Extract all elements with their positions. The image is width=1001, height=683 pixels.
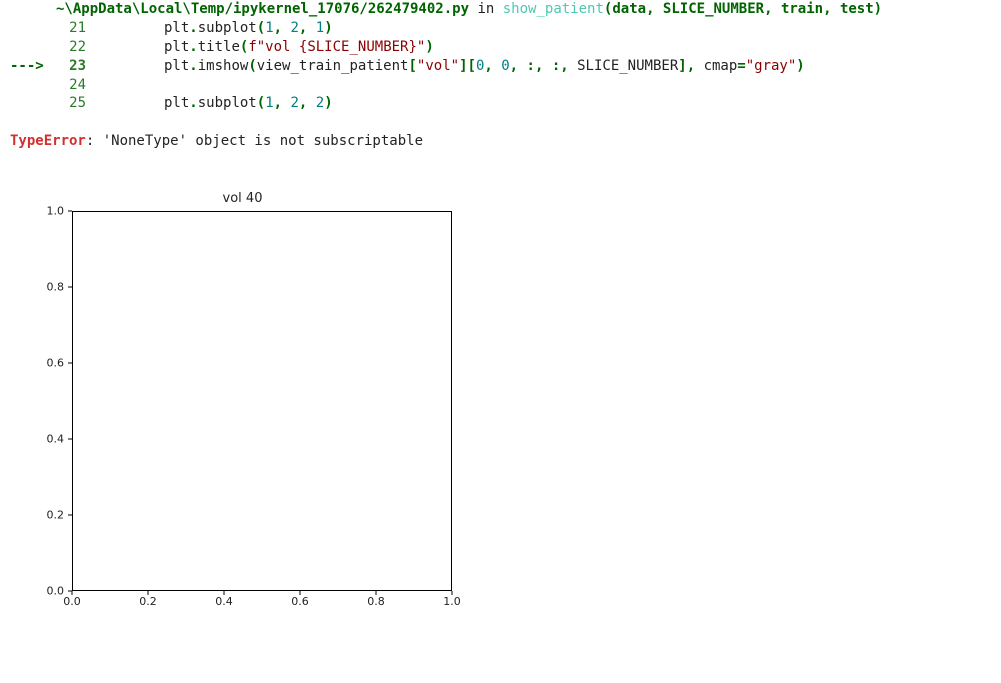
arg-slice: SLICE_NUMBER [663, 1, 764, 17]
plot-area [72, 211, 452, 591]
line-number: 22 [56, 38, 94, 57]
x-tick-label: 0.8 [356, 595, 396, 608]
args-close: ) [874, 1, 882, 17]
y-tick-mark [68, 439, 72, 440]
arg-test: test [840, 1, 874, 17]
x-tick-label: 0.2 [128, 595, 168, 608]
y-tick-label: 1.0 [20, 205, 64, 218]
traceback-line: 25plt.subplot(1, 2, 2) [10, 94, 991, 113]
traceback-line-current: --->23plt.imshow(view_train_patient["vol… [10, 57, 991, 76]
x-tick-label: 0.4 [204, 595, 244, 608]
y-tick-mark [68, 515, 72, 516]
traceback-path: ~\AppData\Local\Temp/ipykernel_17076/262… [56, 1, 469, 17]
traceback-line: 24 [10, 76, 991, 95]
y-tick-label: 0.8 [20, 281, 64, 294]
x-tick-mark [376, 591, 377, 595]
line-number: 24 [56, 76, 94, 95]
arg-data: data [612, 1, 646, 17]
in-word: in [477, 1, 494, 17]
traceback-header: ~\AppData\Local\Temp/ipykernel_17076/262… [10, 0, 991, 19]
arg-train: train [781, 1, 823, 17]
y-tick-mark [68, 287, 72, 288]
x-tick-label: 0.6 [280, 595, 320, 608]
traceback-line: 21plt.subplot(1, 2, 1) [10, 19, 991, 38]
notebook-cell-output: ~\AppData\Local\Temp/ipykernel_17076/262… [0, 0, 1001, 631]
traceback-func: show_patient [503, 1, 604, 17]
arrow-icon: ---> [10, 57, 56, 76]
error-line: TypeError: 'NoneType' object is not subs… [10, 132, 991, 151]
x-tick-label: 0.0 [52, 595, 92, 608]
line-number: 25 [56, 94, 94, 113]
blank-line [10, 113, 991, 132]
y-tick-label: 0.6 [20, 357, 64, 370]
y-tick-mark [68, 363, 72, 364]
y-tick-label: 0.2 [20, 509, 64, 522]
error-type: TypeError [10, 133, 86, 149]
chart-title: vol 40 [20, 191, 465, 206]
x-tick-mark [452, 591, 453, 595]
chart: vol 40 0.0 0.2 0.4 0.6 0.8 1.0 0.0 0.2 0… [20, 191, 465, 631]
x-tick-mark [148, 591, 149, 595]
y-tick-mark [68, 211, 72, 212]
error-message: : 'NoneType' object is not subscriptable [86, 133, 423, 149]
x-tick-mark [72, 591, 73, 595]
x-tick-label: 1.0 [432, 595, 472, 608]
line-number: 23 [56, 57, 94, 76]
x-tick-mark [300, 591, 301, 595]
line-number: 21 [56, 19, 94, 38]
traceback-line: 22plt.title(f"vol {SLICE_NUMBER}") [10, 38, 991, 57]
y-tick-label: 0.4 [20, 433, 64, 446]
x-tick-mark [224, 591, 225, 595]
